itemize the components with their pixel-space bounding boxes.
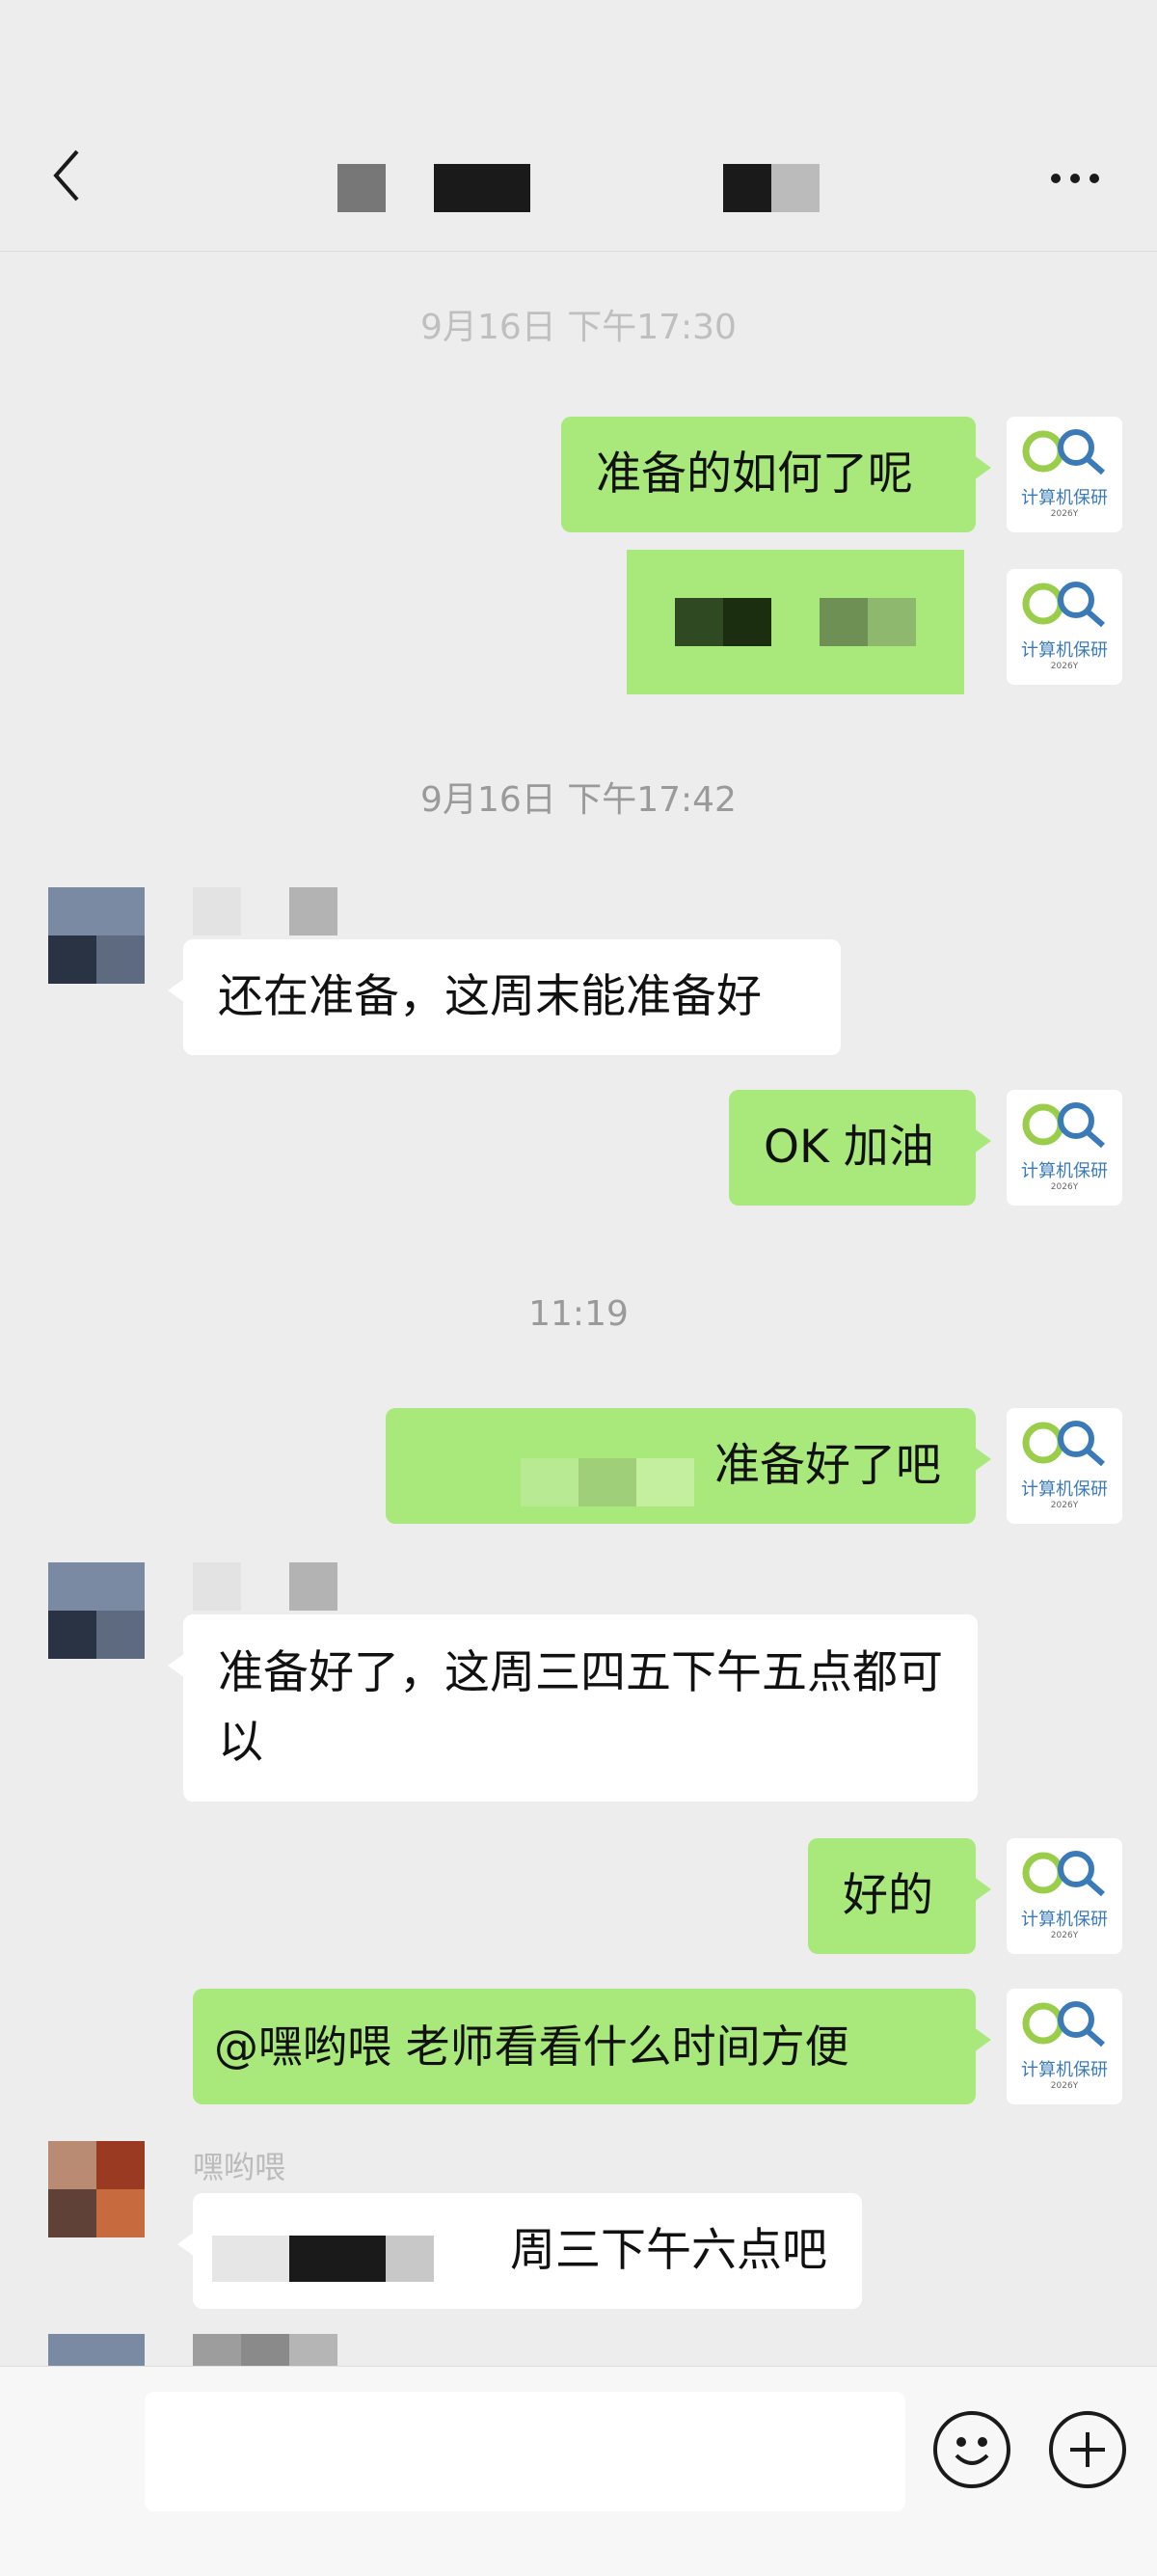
avatar-org: 计算机保研 (1021, 1910, 1108, 1930)
back-button[interactable] (39, 145, 96, 212)
message-text: 周三下午六点吧 (510, 2224, 827, 2277)
avatar-org: 计算机保研 (1021, 640, 1108, 661)
plus-circle-icon (1070, 2432, 1105, 2467)
avatar-year: 2026Y (1050, 1182, 1079, 1192)
logo-icon (1022, 1421, 1105, 1467)
logo-icon (1022, 2001, 1105, 2047)
message-text: 准备好了吧 (714, 1439, 941, 1492)
avatar[interactable] (48, 2334, 145, 2366)
emoji-smile-icon (955, 2437, 989, 2465)
logo-icon (1022, 582, 1105, 628)
logo-icon (1022, 1851, 1105, 1897)
avatar[interactable]: 计算机保研 2026Y (1007, 569, 1122, 685)
avatar-year: 2026Y (1050, 2081, 1079, 2091)
message-bubble[interactable]: 还在准备，这周末能准备好 (168, 939, 841, 1055)
chevron-left-icon (53, 149, 79, 202)
avatar[interactable]: 计算机保研 2026Y (1007, 1090, 1122, 1206)
message-text: OK 加油 (764, 1121, 934, 1174)
message-text: 还在准备，这周末能准备好 (218, 970, 762, 1023)
more-dots-icon (1032, 154, 1118, 203)
avatar-year: 2026Y (1050, 509, 1079, 519)
blurred-image-message[interactable] (627, 550, 964, 694)
sender-name-blurred (193, 1562, 337, 1611)
message-bubble[interactable]: 好的 (808, 1838, 991, 1954)
blur-overlay (521, 1458, 694, 1506)
avatar[interactable]: 计算机保研 2026Y (1007, 1838, 1122, 1954)
avatar-org: 计算机保研 (1021, 1479, 1108, 1500)
message-text: 准备好了，这周三四五下午五点都可以 (218, 1646, 943, 1769)
message-bubble[interactable]: 准备好了，这周三四五下午五点都可以 (168, 1614, 978, 1802)
chat-title-blurred (337, 164, 829, 212)
avatar[interactable]: 计算机保研 2026Y (1007, 417, 1122, 532)
logo-icon (1022, 1102, 1105, 1149)
avatar[interactable] (48, 2141, 145, 2237)
message-bubble[interactable]: OK 加油 (729, 1090, 991, 1206)
chat-header (0, 0, 1157, 252)
avatar-org: 计算机保研 (1021, 2060, 1108, 2080)
message-text: 准备的如何了呢 (596, 447, 913, 501)
sender-name: 嘿哟喂 (193, 2149, 286, 2185)
logo-icon (1022, 429, 1105, 475)
avatar[interactable] (48, 887, 145, 984)
avatar-year: 2026Y (1050, 662, 1079, 671)
timestamp: 11:19 (528, 1294, 629, 1334)
more-button[interactable] (1032, 154, 1118, 203)
blurred-mention (212, 2236, 444, 2282)
avatar[interactable]: 计算机保研 2026Y (1007, 1989, 1122, 2104)
message-bubble[interactable]: @嘿哟喂 老师看看什么时间方便 (193, 1989, 991, 2104)
message-bubble[interactable]: 准备的如何了呢 (561, 417, 991, 532)
avatar-org: 计算机保研 (1021, 1161, 1108, 1181)
timestamp: 9月16日 下午17:30 (420, 308, 737, 347)
input-bar (0, 2366, 1157, 2576)
sender-name-blurred (193, 887, 337, 935)
avatar-org: 计算机保研 (1021, 488, 1108, 508)
emoji-button[interactable] (933, 2411, 1010, 2488)
message-text: 好的 (843, 1869, 933, 1922)
avatar-year: 2026Y (1050, 1931, 1079, 1940)
message-input[interactable] (145, 2392, 905, 2511)
timestamp: 9月16日 下午17:42 (420, 780, 737, 820)
avatar[interactable]: 计算机保研 2026Y (1007, 1408, 1122, 1524)
avatar-year: 2026Y (1050, 1501, 1079, 1510)
avatar[interactable] (48, 1562, 145, 1659)
message-text: @嘿哟喂 老师看看什么时间方便 (214, 2020, 849, 2073)
sender-name-blurred (193, 2334, 337, 2366)
plus-button[interactable] (1049, 2411, 1126, 2488)
